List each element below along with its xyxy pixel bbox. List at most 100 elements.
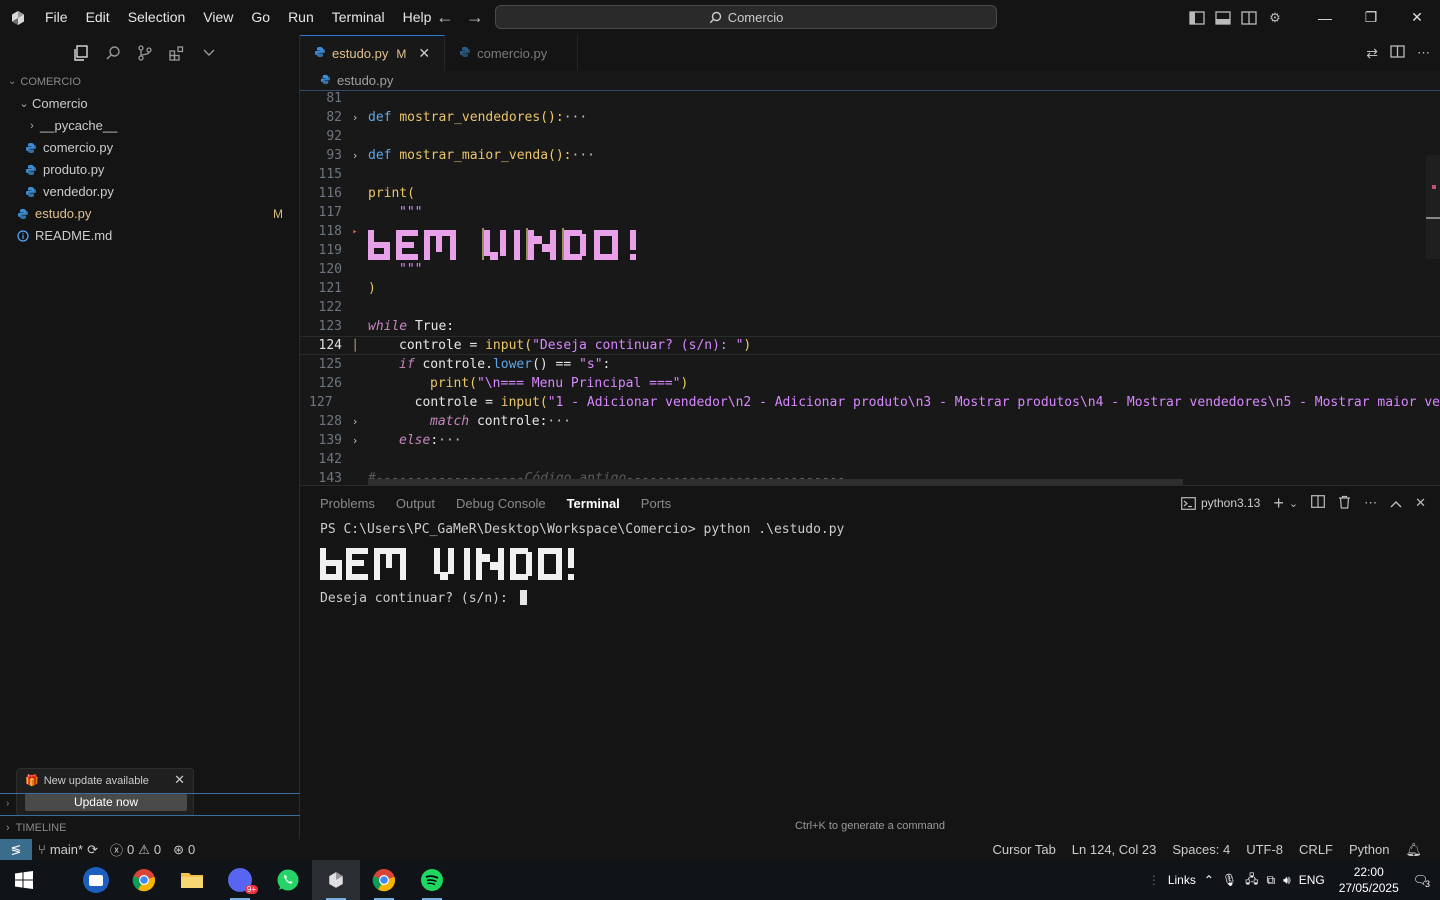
indentation[interactable]: Spaces: 4 [1164,842,1238,857]
compare-changes-icon[interactable]: ⇄ [1366,45,1378,62]
bell-icon[interactable]: 🔔︎ [1397,842,1430,858]
discord-icon[interactable]: 9+ [216,860,264,900]
close-panel-icon[interactable]: ✕ [1415,495,1426,511]
toggle-panel-icon[interactable] [1210,0,1236,35]
folded-ellipsis[interactable]: ··· [438,433,461,448]
cursor-app-icon[interactable] [312,860,360,900]
language-mode[interactable]: Python [1341,842,1397,857]
folded-ellipsis[interactable]: ··· [564,110,587,125]
folded-ellipsis[interactable]: ··· [547,414,570,429]
close-window-icon[interactable]: ✕ [1394,0,1440,35]
cursor-position[interactable]: Ln 124, Col 23 [1064,842,1165,857]
tab-ports[interactable]: Ports [641,496,671,511]
toggle-sidebar-icon[interactable] [1184,0,1210,35]
tab-output[interactable]: Output [396,496,435,511]
minimap[interactable] [1426,155,1440,259]
fold-chevron-icon[interactable]: › [342,415,368,428]
line-ending[interactable]: CRLF [1291,842,1341,857]
menu-edit[interactable]: Edit [77,0,119,35]
clock[interactable]: 22:00 27/05/2025 [1329,864,1409,896]
tab-terminal[interactable]: Terminal [567,496,620,511]
split-terminal-icon[interactable] [1311,495,1325,511]
network-icon[interactable]: 🖧 [1241,870,1262,891]
trello-app-icon[interactable] [72,860,120,900]
split-editor-icon[interactable] [1390,45,1405,61]
back-arrow-icon[interactable]: ← [436,7,454,28]
chevron-right-icon[interactable]: › [6,798,9,809]
search-sidebar-icon[interactable] [104,44,122,62]
fold-chevron-icon[interactable]: › [342,434,368,447]
problems-indicator[interactable]: ⓧ 0 ⚠ 0 [104,840,167,859]
breadcrumb-file[interactable]: estudo.py [337,73,393,88]
links-toolbar[interactable]: Links [1164,873,1200,887]
timeline-section-header[interactable]: › TIMELINE [0,819,300,837]
chrome-icon[interactable] [120,860,168,900]
tree-item[interactable]: ⌄ Comercio [0,93,299,115]
whatsapp-icon[interactable] [264,860,312,900]
files-icon[interactable] [72,44,90,62]
close-tab-icon[interactable]: ✕ [418,45,430,62]
tree-item[interactable]: README.md [0,225,299,247]
encoding[interactable]: UTF-8 [1238,842,1291,857]
spotify-icon[interactable] [408,860,456,900]
new-terminal-icon[interactable]: + [1273,493,1284,514]
ascii-art-banner-graphic [368,228,636,260]
volume-icon[interactable]: 🔊︎ [1279,873,1295,888]
fold-chevron-icon[interactable]: › [342,111,368,124]
windows-start-icon[interactable] [0,860,48,900]
device-icon[interactable]: ⧉ [1263,873,1280,888]
maximize-panel-icon[interactable] [1390,496,1402,511]
chrome-profile-icon[interactable] [360,860,408,900]
close-notification-icon[interactable]: ✕ [174,772,185,788]
toggle-secondary-sidebar-icon[interactable] [1236,0,1262,35]
settings-gear-icon[interactable]: ⚙ [1262,0,1288,35]
menu-help[interactable]: Help [394,0,441,35]
menu-run[interactable]: Run [279,0,323,35]
terminal-output[interactable]: PS C:\Users\PC_GaMeR\Desktop\Workspace\C… [320,520,844,608]
extensions-icon[interactable] [168,44,186,62]
command-center-search[interactable]: Comercio [495,5,997,29]
trash-icon[interactable] [1338,495,1351,512]
tree-item[interactable]: › __pycache__ [0,115,299,137]
minimize-icon[interactable]: — [1302,0,1348,35]
file-explorer-icon[interactable] [168,860,216,900]
tab-debug-console[interactable]: Debug Console [456,496,546,511]
fold-chevron-icon[interactable]: › [342,149,368,162]
tab-problems[interactable]: Problems [320,496,375,511]
code-editor[interactable]: 81 82 › def mostrar_vendedores():··· 92 93… [300,91,1440,485]
ports-indicator[interactable]: ⊛ 0 [167,842,201,858]
more-actions-icon[interactable]: ⋯ [1417,45,1430,61]
more-actions-icon[interactable]: ⋯ [1364,495,1377,511]
menu-view[interactable]: View [194,0,242,35]
chevron-down-icon[interactable] [200,44,218,62]
branch-indicator[interactable]: ⑂ main* ⟳ [32,842,104,858]
sync-icon[interactable]: ⟳ [87,842,98,858]
source-control-icon[interactable] [136,44,154,62]
tree-item[interactable]: produto.py [0,159,299,181]
explorer-section-header[interactable]: ⌄ COMERCIO [0,71,299,93]
tree-item[interactable]: comercio.py [0,137,299,159]
tree-item[interactable]: estudo.py M [0,203,299,225]
menu-go[interactable]: Go [242,0,279,35]
terminal-input-line[interactable]: Deseja continuar? (s/n): [320,589,844,608]
menu-file[interactable]: File [36,0,77,35]
tab-estudo-py[interactable]: estudo.py M ✕ [300,35,446,71]
update-now-button[interactable]: Update now [25,794,187,811]
remote-indicator-icon[interactable]: ≶ [0,839,32,860]
show-hidden-icons-icon[interactable]: ⌃ [1200,873,1218,887]
tab-comercio-py[interactable]: comercio.py [445,35,579,71]
terminal-shell-selector[interactable]: python3.13 [1181,496,1260,510]
code-line: 116 print( [300,184,1440,203]
menu-selection[interactable]: Selection [119,0,195,35]
folded-ellipsis[interactable]: ··· [572,148,595,163]
cursor-tab-status[interactable]: Cursor Tab [984,842,1063,857]
tree-item[interactable]: vendedor.py [0,181,299,203]
chevron-down-icon[interactable]: ⌄ [1289,497,1298,510]
notification-center-icon[interactable]: 🗨︎ 3 [1409,873,1440,889]
menu-terminal[interactable]: Terminal [323,0,394,35]
restore-icon[interactable]: ❐ [1348,0,1394,35]
keyword: while [368,319,408,334]
microphone-icon[interactable]: 🎙︎ [1218,873,1241,887]
forward-arrow-icon[interactable]: → [466,7,484,28]
language-indicator[interactable]: ENG [1295,873,1329,887]
